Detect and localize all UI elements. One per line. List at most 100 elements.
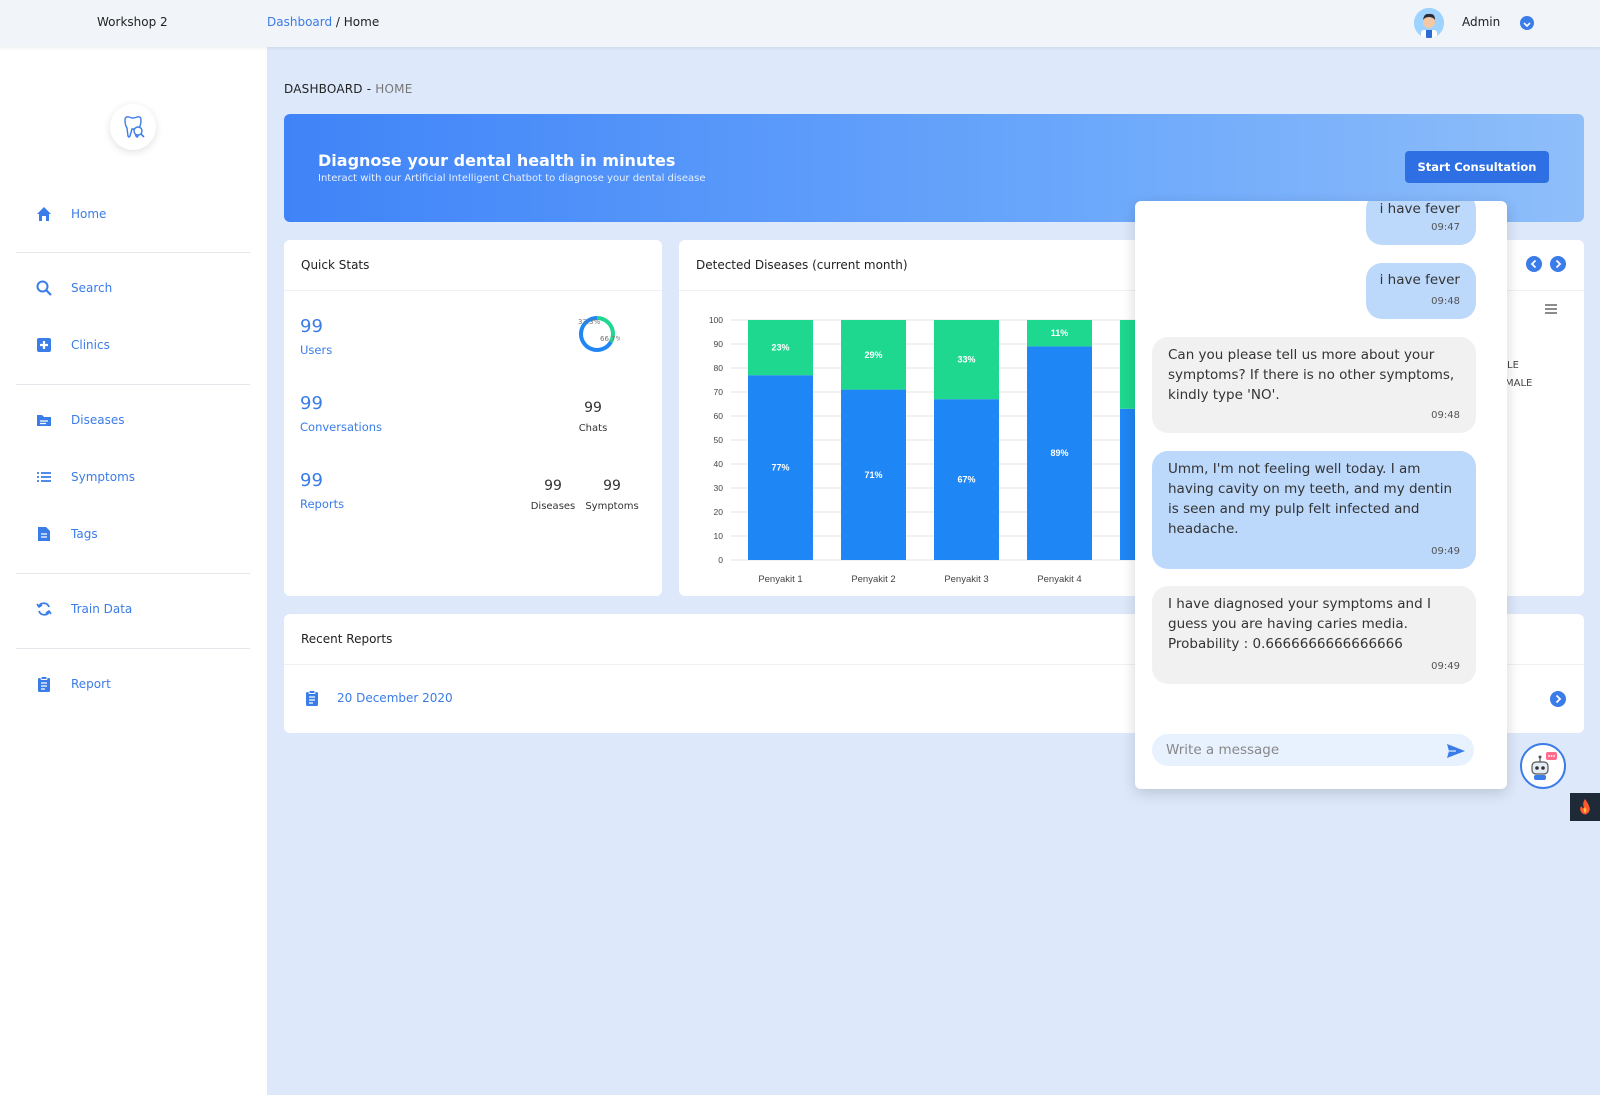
chevron-left-icon: [1530, 259, 1537, 269]
admin-name[interactable]: Admin: [1462, 15, 1500, 29]
page-heading-sub: HOME: [375, 82, 413, 96]
sidebar-item-label: Diseases: [71, 413, 125, 427]
x-tick-label: Penyakit 4: [1037, 574, 1081, 585]
chevron-down-icon[interactable]: [1520, 16, 1534, 30]
home-icon: [34, 204, 54, 224]
users-count: 99: [300, 316, 323, 337]
sidebar-divider: [16, 384, 250, 385]
sidebar-item-label: Tags: [71, 527, 98, 541]
conversations-label: Conversations: [300, 420, 383, 434]
page-heading-sep: -: [362, 82, 376, 96]
sidebar-item-symptoms[interactable]: Symptoms: [34, 465, 135, 489]
chat-message-user: i have fever 09:48: [1366, 263, 1476, 319]
symptoms-count: 99: [603, 478, 621, 494]
quick-stats-card: Quick Stats 99 Users 99 Conversations 99…: [284, 240, 662, 596]
chat-message-bot: I have diagnosed your symptoms and I gue…: [1152, 586, 1476, 684]
legend-item-partial-1: LE: [1507, 360, 1519, 371]
sync-icon: [34, 599, 54, 619]
y-tick-label: 70: [714, 387, 724, 397]
breadcrumb: Dashboard / Home: [267, 15, 379, 29]
chat-message-input[interactable]: [1152, 734, 1474, 766]
sidebar-divider: [16, 648, 250, 649]
breadcrumb-separator: /: [332, 15, 344, 29]
bar-data-label: 29%: [864, 350, 882, 360]
y-tick-label: 50: [714, 435, 724, 445]
search-icon: [34, 278, 54, 298]
top-bar: Workshop 2 Dashboard / Home Admin: [0, 0, 1600, 47]
sidebar-item-label: Clinics: [71, 338, 110, 352]
sidebar-item-home[interactable]: Home: [34, 202, 106, 226]
list-icon: [34, 467, 54, 487]
sidebar-divider: [16, 573, 250, 574]
sidebar-item-search[interactable]: Search: [34, 276, 112, 300]
chat-message-text: i have fever: [1379, 272, 1460, 288]
users-donut-chart: 33.3% 66.7%: [578, 316, 620, 352]
logo-icon[interactable]: [110, 104, 156, 150]
report-open-button[interactable]: [1550, 691, 1566, 707]
bar-data-label: 71%: [864, 470, 882, 480]
y-tick-label: 80: [714, 363, 724, 373]
page-heading: DASHBOARD - HOME: [284, 82, 413, 96]
x-tick-label: Penyakit 3: [944, 574, 988, 585]
card-title: Detected Diseases (current month): [696, 258, 908, 272]
sidebar-item-train-data[interactable]: Train Data: [34, 597, 132, 621]
x-tick-label: Penyakit 1: [758, 574, 802, 585]
sidebar-divider: [16, 252, 250, 253]
chevron-right-icon: [1555, 694, 1562, 704]
chats-label: Chats: [578, 423, 608, 434]
breadcrumb-current: Home: [343, 15, 380, 29]
chat-message-text: Can you please tell us more about your s…: [1168, 347, 1455, 403]
sidebar-item-diseases[interactable]: Diseases: [34, 408, 124, 432]
bar-data-label: 11%: [1051, 328, 1069, 338]
chart-next-button[interactable]: [1550, 256, 1566, 272]
app-name: Workshop 2: [97, 15, 168, 29]
hero-title: Diagnose your dental health in minutes: [318, 151, 676, 170]
conversations-count: 99: [300, 393, 323, 414]
card-title: Recent Reports: [301, 632, 393, 646]
bar-data-label: 89%: [1050, 448, 1068, 458]
hero-subtitle: Interact with our Artificial Intelligent…: [318, 173, 706, 184]
clipboard-icon: [34, 674, 54, 694]
y-tick-label: 60: [714, 411, 724, 421]
chatbot-toggle-button[interactable]: [1520, 743, 1566, 789]
users-label: Users: [300, 343, 333, 357]
chat-panel: i have fever 09:47 i have fever 09:48 Ca…: [1135, 201, 1507, 789]
report-date-link[interactable]: 20 December 2020: [337, 691, 453, 705]
donut-label-blue: 66.7%: [600, 335, 620, 343]
chat-message-time: 09:47: [1431, 222, 1460, 233]
avatar[interactable]: [1414, 8, 1444, 38]
clipboard-icon: [303, 689, 321, 707]
detected-diseases-chart: 0 10 20 30 40 50 60 70 80 90 100 77% 23% Penyakit 1 71…: [709, 315, 1139, 585]
bar-data-label: 33%: [957, 355, 975, 365]
page-heading-main: DASHBOARD: [284, 82, 363, 96]
chat-message-time: 09:48: [1431, 410, 1460, 421]
card-title: Quick Stats: [301, 258, 370, 272]
chats-count: 99: [584, 400, 602, 416]
diseases-label: Diseases: [530, 501, 576, 512]
fire-icon[interactable]: [1570, 793, 1600, 821]
chart-menu-icon[interactable]: [1544, 300, 1558, 314]
card-divider: [284, 290, 662, 291]
document-icon: [34, 524, 54, 544]
robot-icon: [1531, 752, 1557, 780]
sidebar-item-label: Home: [71, 207, 107, 221]
chat-message-user: i have fever 09:47: [1366, 201, 1476, 245]
sidebar-item-clinics[interactable]: Clinics: [34, 333, 110, 357]
chart-prev-button[interactable]: [1526, 256, 1542, 272]
y-tick-label: 30: [714, 483, 724, 493]
sidebar-item-label: Search: [71, 281, 113, 295]
sidebar-item-label: Train Data: [71, 602, 133, 616]
plus-square-icon: [34, 335, 54, 355]
chat-message-time: 09:49: [1431, 661, 1460, 672]
sidebar-item-tags[interactable]: Tags: [34, 522, 98, 546]
reports-count: 99: [300, 470, 323, 491]
y-tick-label: 90: [714, 339, 724, 349]
symptoms-label: Symptoms: [585, 501, 639, 512]
chat-message-text: Umm, I'm not feeling well today. I am ha…: [1168, 461, 1453, 537]
sidebar-item-report[interactable]: Report: [34, 672, 111, 696]
bar-data-label: 77%: [771, 463, 789, 473]
start-consultation-button[interactable]: Start Consultation: [1405, 151, 1549, 183]
send-icon[interactable]: [1446, 743, 1466, 759]
chat-message-time: 09:48: [1431, 296, 1460, 307]
breadcrumb-dashboard-link[interactable]: Dashboard: [267, 15, 332, 29]
